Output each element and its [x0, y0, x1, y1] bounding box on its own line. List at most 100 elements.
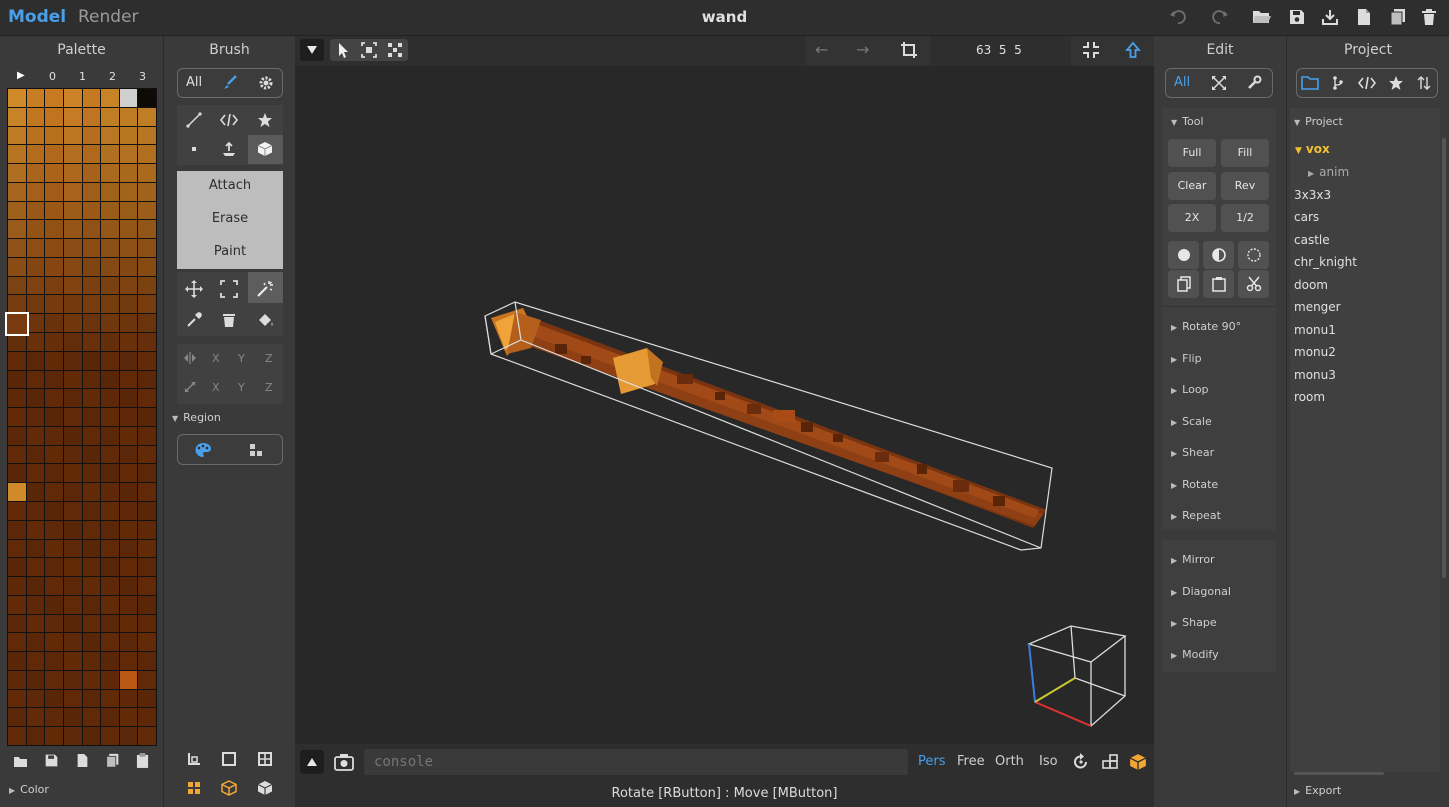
palette-swatch[interactable] — [63, 558, 82, 577]
palette-swatch[interactable] — [138, 333, 156, 351]
palette-swatch[interactable] — [119, 389, 138, 408]
palette-swatch[interactable] — [119, 614, 138, 633]
palette-swatch[interactable] — [26, 220, 45, 239]
viewport-menu-button[interactable] — [300, 39, 324, 61]
camera-icon[interactable] — [333, 752, 355, 776]
save-icon[interactable] — [1287, 8, 1307, 28]
palette-swatch[interactable] — [119, 145, 138, 164]
palette-swatch[interactable] — [82, 239, 101, 257]
palette-swatch[interactable] — [101, 652, 119, 670]
palette-swatch[interactable] — [101, 501, 119, 520]
palette-swatch[interactable] — [82, 295, 101, 314]
collapse-view-icon[interactable] — [1082, 41, 1100, 63]
folder-anim[interactable]: ▶ anim — [1308, 165, 1349, 179]
console-input[interactable] — [364, 749, 908, 775]
section-shape[interactable]: ▶ Shape — [1171, 616, 1217, 629]
trash-icon[interactable] — [1419, 8, 1439, 28]
palette-swatch[interactable] — [82, 539, 101, 558]
palette-swatch[interactable] — [63, 164, 82, 182]
palette-swatch[interactable] — [101, 577, 119, 595]
palette-swatch[interactable] — [119, 558, 138, 577]
palette-swatch[interactable] — [101, 257, 119, 276]
palette-swatch[interactable] — [8, 276, 26, 295]
tool-rev-button[interactable]: Rev — [1221, 172, 1269, 200]
palette-swatch[interactable] — [101, 426, 119, 445]
palette-swatch[interactable] — [138, 276, 156, 295]
palette-swatch[interactable] — [138, 652, 156, 670]
palette-swatch[interactable] — [8, 370, 26, 389]
palette-swatch[interactable] — [63, 276, 82, 295]
palette-swatch[interactable] — [45, 614, 63, 633]
palette-swatch[interactable] — [63, 539, 82, 558]
palette-swatch[interactable] — [101, 351, 119, 370]
palette-swatch[interactable] — [8, 595, 26, 614]
palette-swatch[interactable] — [45, 595, 63, 614]
palette-swatch[interactable] — [63, 520, 82, 539]
sphere-outline-icon[interactable] — [1238, 241, 1269, 269]
palette-swatch[interactable] — [8, 464, 26, 483]
mode-paint[interactable]: Paint — [177, 244, 283, 259]
palette-swatch[interactable] — [63, 182, 82, 201]
palette-col-2[interactable]: 2 — [109, 70, 116, 83]
palette-swatch[interactable] — [101, 126, 119, 145]
sphere-half-icon[interactable] — [1203, 241, 1234, 269]
fill-bucket-icon[interactable] — [252, 307, 278, 333]
palette-swatch[interactable] — [63, 351, 82, 370]
palette-save-icon[interactable] — [44, 753, 59, 772]
project-item[interactable]: monu1 — [1294, 323, 1336, 337]
palette-swatch[interactable] — [45, 389, 63, 408]
palette-swatch[interactable] — [45, 445, 63, 464]
palette-swatch[interactable] — [45, 295, 63, 314]
mirror-y[interactable]: Y — [238, 352, 245, 365]
brush-settings-gear-icon[interactable] — [253, 70, 279, 96]
code-icon[interactable] — [1354, 70, 1380, 96]
palette-swatch[interactable] — [138, 257, 156, 276]
palette-col-3[interactable]: 3 — [139, 70, 146, 83]
palette-swatch[interactable] — [63, 257, 82, 276]
palette-swatch[interactable] — [138, 107, 156, 126]
palette-swatch[interactable] — [45, 220, 63, 239]
project-item[interactable]: 3x3x3 — [1294, 188, 1331, 202]
palette-swatch[interactable] — [8, 201, 26, 220]
palette-swatch[interactable] — [63, 314, 82, 333]
layout-single-icon[interactable] — [216, 746, 242, 772]
palette-swatch[interactable] — [8, 257, 26, 276]
palette-swatch[interactable] — [45, 633, 63, 652]
palette-swatch[interactable] — [101, 614, 119, 633]
palette-swatch[interactable] — [138, 370, 156, 389]
palette-swatch[interactable] — [26, 370, 45, 389]
palette-swatch[interactable] — [63, 483, 82, 501]
palette-swatch[interactable] — [101, 239, 119, 257]
palette-swatch[interactable] — [82, 145, 101, 164]
palette-swatch[interactable] — [119, 652, 138, 670]
palette-swatch[interactable] — [119, 239, 138, 257]
palette-swatch[interactable] — [82, 164, 101, 182]
palette-swatch[interactable] — [101, 295, 119, 314]
palette-swatch[interactable] — [8, 520, 26, 539]
favorite-star-icon[interactable] — [1383, 70, 1409, 96]
palette-swatch[interactable] — [45, 501, 63, 520]
tool-half-button[interactable]: 1/2 — [1221, 204, 1269, 232]
palette-swatch[interactable] — [26, 276, 45, 295]
palette-swatch[interactable] — [63, 89, 82, 107]
palette-swatch[interactable] — [101, 89, 119, 107]
palette-swatch[interactable] — [8, 126, 26, 145]
palette-swatch[interactable] — [26, 689, 45, 708]
palette-swatch[interactable] — [101, 276, 119, 295]
palette-new-icon[interactable] — [76, 753, 89, 772]
palette-swatch[interactable] — [138, 239, 156, 257]
project-item[interactable]: doom — [1294, 278, 1328, 292]
palette-swatch[interactable] — [119, 370, 138, 389]
palette-swatch[interactable] — [119, 520, 138, 539]
palette-swatch[interactable] — [8, 426, 26, 445]
palette-swatch[interactable] — [63, 145, 82, 164]
palette-swatch[interactable] — [8, 558, 26, 577]
palette-swatch[interactable] — [45, 464, 63, 483]
extrude-brush-icon[interactable] — [216, 136, 242, 162]
palette-swatch[interactable] — [138, 633, 156, 652]
palette-swatch[interactable] — [101, 182, 119, 201]
palette-swatch[interactable] — [101, 408, 119, 426]
open-folder-icon[interactable] — [1252, 8, 1272, 28]
upload-arrow-icon[interactable] — [1124, 41, 1142, 63]
brush-paint-icon[interactable] — [217, 70, 243, 96]
